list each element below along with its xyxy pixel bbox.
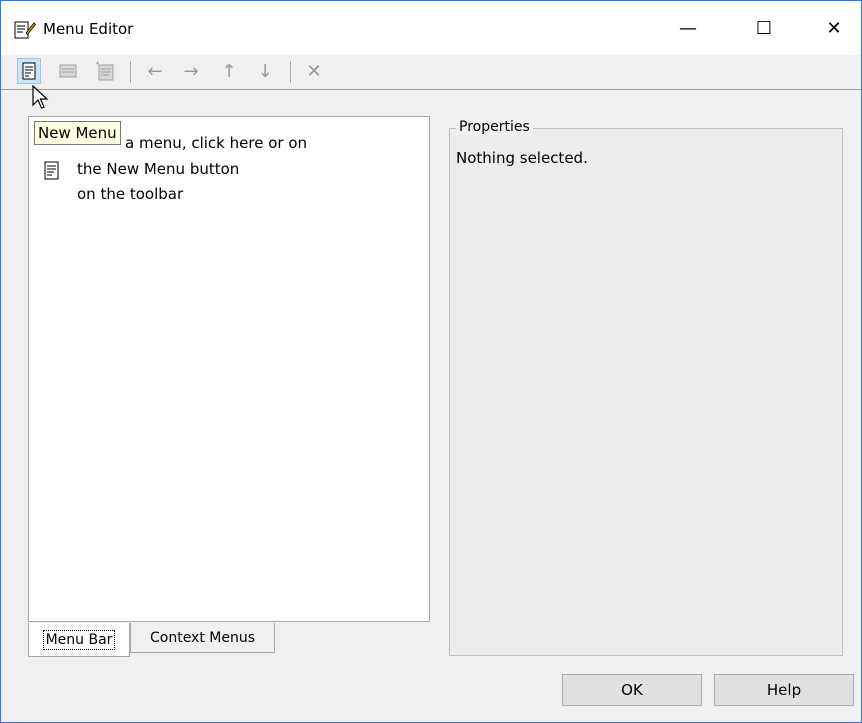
properties-legend: Properties	[456, 119, 533, 135]
toolbar: ← → ↑ ↓ ✕	[1, 55, 861, 90]
arrow-up-icon: ↑	[221, 60, 237, 82]
menu-editor-app-icon	[14, 21, 36, 39]
tab-menu-bar[interactable]: Menu Bar	[28, 623, 130, 657]
new-context-menu-icon	[96, 61, 114, 81]
delete-icon: ✕	[306, 60, 322, 82]
new-menu-item-button[interactable]	[56, 58, 80, 84]
new-menu-button[interactable]	[17, 58, 41, 84]
new-menu-icon	[44, 161, 59, 180]
menu-tree-panel[interactable]: a menu, click here or on the New Menu bu…	[28, 116, 430, 622]
arrow-down-icon: ↓	[257, 60, 273, 82]
close-button[interactable]: ✕	[811, 13, 857, 45]
arrow-right-icon: →	[183, 60, 199, 82]
minimize-button[interactable]: —	[665, 13, 711, 45]
move-right-button[interactable]: →	[179, 58, 203, 84]
properties-group	[449, 128, 843, 656]
hint-text-line-2: the New Menu button	[77, 160, 240, 178]
move-left-button[interactable]: ←	[143, 58, 167, 84]
toolbar-separator	[130, 61, 131, 83]
tab-menu-bar-label: Menu Bar	[42, 629, 116, 650]
move-up-button[interactable]: ↑	[217, 58, 241, 84]
tooltip: New Menu	[34, 121, 121, 145]
maximize-button[interactable]: ☐	[741, 13, 787, 45]
tab-context-menus-label: Context Menus	[149, 629, 256, 646]
help-button[interactable]: Help	[714, 674, 854, 706]
hint-text-line-3: on the toolbar	[77, 185, 184, 203]
hint-text-line-1: a menu, click here or on	[125, 134, 307, 152]
arrow-left-icon: ←	[147, 60, 163, 82]
delete-button[interactable]: ✕	[302, 58, 326, 84]
tab-context-menus[interactable]: Context Menus	[130, 623, 275, 653]
ok-button[interactable]: OK	[562, 674, 702, 706]
new-menu-icon	[22, 62, 36, 80]
toolbar-separator	[290, 61, 291, 83]
new-menu-item-icon	[59, 64, 77, 78]
move-down-button[interactable]: ↓	[253, 58, 277, 84]
new-context-menu-button[interactable]	[93, 58, 117, 84]
menu-editor-window: Menu Editor — ☐ ✕ ← → ↑ ↓ ✕ a menu, clic…	[0, 0, 862, 723]
mouse-cursor-icon	[32, 85, 49, 109]
window-title: Menu Editor	[43, 20, 134, 38]
properties-status: Nothing selected.	[456, 149, 588, 167]
title-bar: Menu Editor — ☐ ✕	[1, 1, 861, 55]
